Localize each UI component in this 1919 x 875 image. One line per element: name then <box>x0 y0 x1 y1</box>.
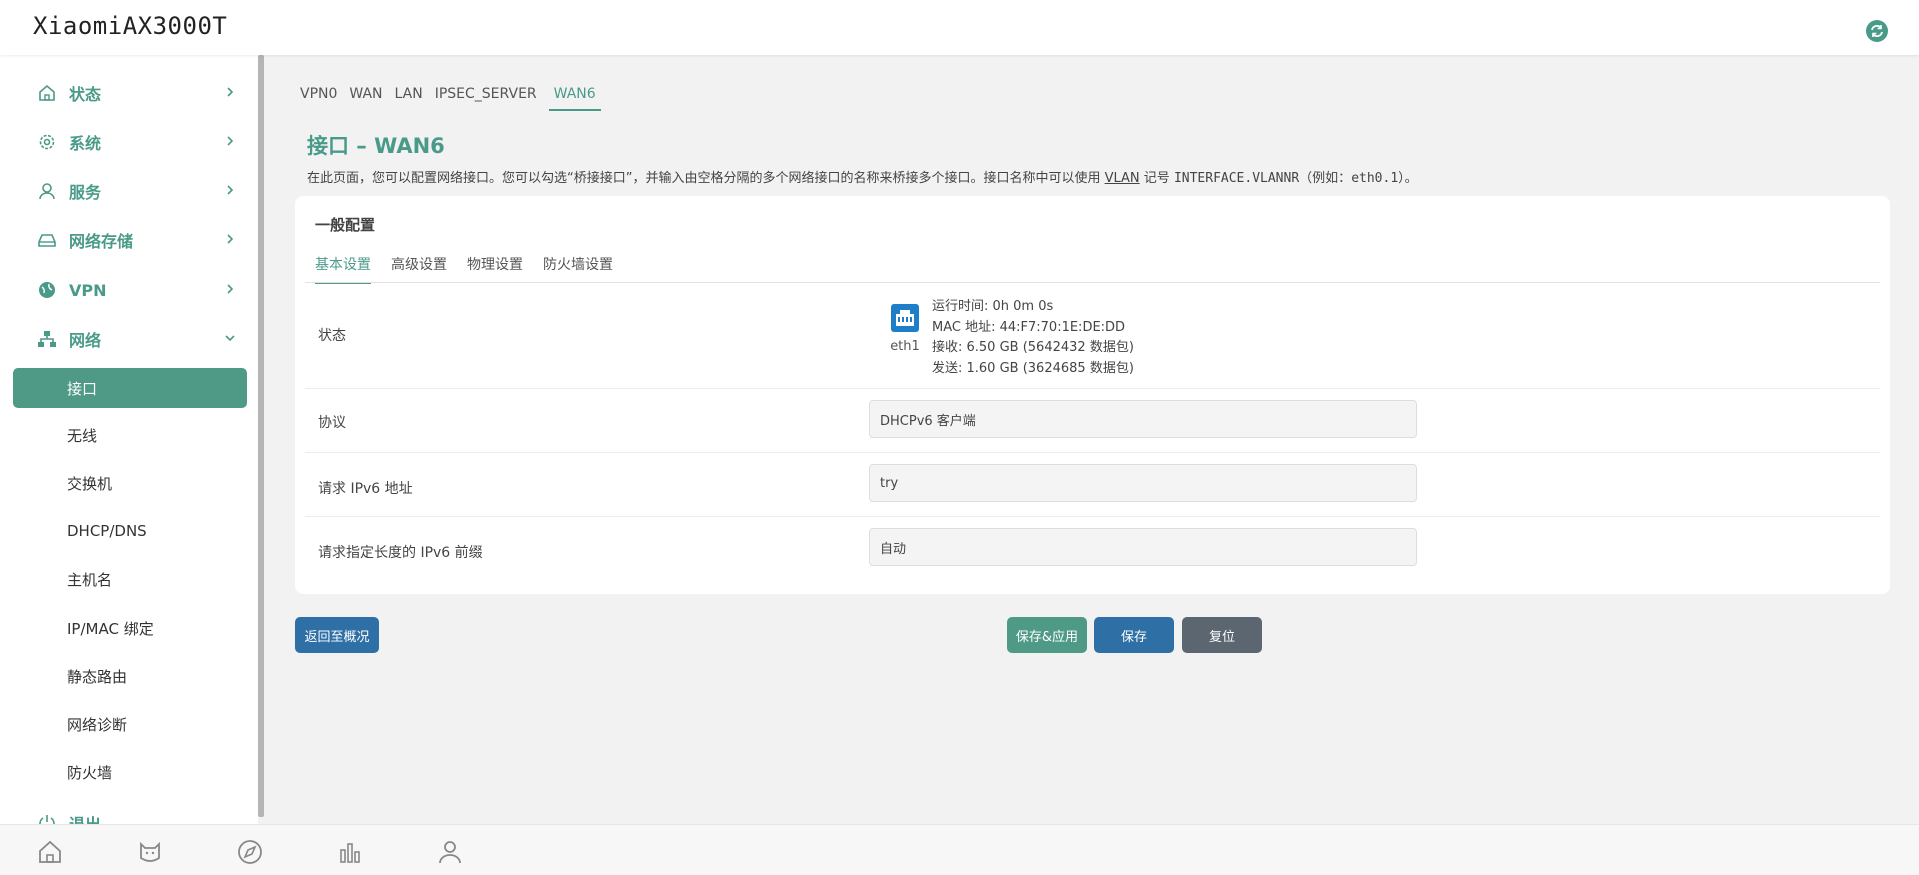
sidebar-scrollbar[interactable] <box>258 55 264 817</box>
menu-label: 网络存储 <box>69 232 134 251</box>
reset-button[interactable]: 复位 <box>1182 617 1262 653</box>
globe-icon <box>39 282 55 298</box>
menu-item-system[interactable]: 系统 <box>37 127 237 157</box>
menu-label: 服务 <box>69 183 102 202</box>
menu-item-status[interactable]: 状态 <box>37 78 237 108</box>
sidebar-item-wireless[interactable]: 无线 <box>13 415 247 455</box>
sidebar-item-static-routes[interactable]: 静态路由 <box>13 656 247 696</box>
tab-basic-settings[interactable]: 基本设置 <box>315 254 371 284</box>
save-apply-button[interactable]: 保存&应用 <box>1007 617 1087 653</box>
user-icon <box>39 183 55 200</box>
chevron-down-icon <box>225 335 235 342</box>
compass-icon[interactable] <box>236 838 264 866</box>
tab-ipsec-server[interactable]: IPSEC_SERVER <box>435 86 537 111</box>
menu-label: VPN <box>69 280 107 300</box>
chevron-right-icon <box>227 87 234 97</box>
page-description: 在此页面，您可以配置网络接口。您可以勾选“桥接接口”，并输入由空格分隔的多个网络… <box>307 167 1418 186</box>
menu-label: 退出 <box>69 815 102 825</box>
bottom-nav-bar <box>0 824 1919 875</box>
tab-physical-settings[interactable]: 物理设置 <box>467 254 523 284</box>
home-icon <box>39 84 55 101</box>
sidebar-item-firewall[interactable]: 防火墙 <box>13 752 247 792</box>
device-indicator: eth1 <box>885 303 925 354</box>
sidebar-item-diagnostics[interactable]: 网络诊断 <box>13 704 247 744</box>
desc-code: INTERFACE.VLANNR <box>1173 171 1300 186</box>
ipv6-prefix-label: 请求指定长度的 IPv6 前缀 <box>318 545 483 561</box>
sidebar-item-interfaces[interactable]: 接口 <box>13 368 247 408</box>
tab-advanced-settings[interactable]: 高级设置 <box>391 254 447 284</box>
rx-text: 接收: 6.50 GB (5642432 数据包) <box>932 340 1134 355</box>
home-icon[interactable] <box>36 838 64 866</box>
status-row: 状态 eth1 运行时间: 0h 0m 0s MAC 地址: 44:F7:70:… <box>305 283 1880 389</box>
ethernet-port-icon <box>891 304 919 332</box>
chevron-right-icon <box>227 185 234 195</box>
desc-text: 记号 <box>1139 171 1174 186</box>
desc-text: ）。 <box>1398 171 1418 186</box>
sidebar-item-hostnames[interactable]: 主机名 <box>13 559 247 599</box>
section-title: 一般配置 <box>315 216 376 234</box>
protocol-label: 协议 <box>318 415 346 431</box>
sidebar-item-switch[interactable]: 交换机 <box>13 463 247 503</box>
user-icon[interactable] <box>436 838 464 866</box>
sidebar-item-dhcp-dns[interactable]: DHCP/DNS <box>13 511 247 551</box>
top-header: XiaomiAX3000T <box>0 0 1919 55</box>
general-config-card: 一般配置 基本设置 高级设置 物理设置 防火墙设置 状态 eth1 运行时间: … <box>295 196 1890 594</box>
uptime-text: 运行时间: 0h 0m 0s <box>932 299 1054 314</box>
desc-text: （例如： <box>1299 171 1352 186</box>
cat-icon[interactable] <box>136 838 164 866</box>
menu-label: 系统 <box>69 134 102 153</box>
mac-text: MAC 地址: 44:F7:70:1E:DE:DD <box>932 319 1126 335</box>
bar-chart-icon[interactable] <box>336 838 364 866</box>
chevron-right-icon <box>227 234 234 244</box>
menu-item-network[interactable]: 网络 <box>37 324 237 354</box>
ipv6-prefix-row: 请求指定长度的 IPv6 前缀 自动 <box>305 517 1880 583</box>
menu-label: 状态 <box>69 85 102 104</box>
desc-text: 在此页面，您可以配置网络接口。您可以勾选“桥接接口”，并输入由空格分隔的多个网络… <box>307 171 1105 186</box>
back-to-overview-button[interactable]: 返回至概况 <box>295 617 379 653</box>
menu-item-services[interactable]: 服务 <box>37 176 237 206</box>
network-icon <box>38 331 56 347</box>
protocol-select[interactable]: DHCPv6 客户端 <box>869 400 1417 438</box>
ipv6-address-label: 请求 IPv6 地址 <box>318 481 413 497</box>
vlan-link[interactable]: VLAN <box>1105 171 1140 186</box>
menu-label: 网络 <box>69 331 102 350</box>
page-title: 接口 – WAN6 <box>307 134 445 158</box>
status-details: 运行时间: 0h 0m 0s MAC 地址: 44:F7:70:1E:DE:DD… <box>932 297 1134 379</box>
tab-vpn0[interactable]: VPN0 <box>300 86 337 111</box>
tab-firewall-settings[interactable]: 防火墙设置 <box>543 254 613 284</box>
tab-wan6[interactable]: WAN6 <box>548 86 601 111</box>
device-name: eth1 <box>890 339 920 354</box>
storage-icon <box>38 234 56 247</box>
ipv6-address-row: 请求 IPv6 地址 try <box>305 453 1880 517</box>
menu-item-vpn[interactable]: VPN <box>37 275 237 305</box>
status-label: 状态 <box>318 328 346 344</box>
protocol-row: 协议 DHCPv6 客户端 <box>305 389 1880 453</box>
ipv6-prefix-select[interactable]: 自动 <box>869 528 1417 566</box>
chevron-right-icon <box>227 284 234 294</box>
refresh-icon[interactable] <box>1865 19 1889 43</box>
tx-text: 发送: 1.60 GB (3624685 数据包) <box>932 360 1134 376</box>
config-subtabs: 基本设置 高级设置 物理设置 防火墙设置 <box>315 254 633 284</box>
ipv6-address-select[interactable]: try <box>869 464 1417 502</box>
interface-tabs: VPN0 WAN LAN IPSEC_SERVER WAN6 <box>300 86 613 111</box>
menu-item-storage[interactable]: 网络存储 <box>37 225 237 255</box>
sidebar: 状态 系统 服务 网络存储 VPN 网络 接口 无线 交换机 DHCP/DNS … <box>0 55 258 825</box>
sidebar-item-ip-mac-binding[interactable]: IP/MAC 绑定 <box>13 608 247 648</box>
tab-wan[interactable]: WAN <box>349 86 382 111</box>
menu-item-logout[interactable]: 退出 <box>37 808 237 825</box>
save-button[interactable]: 保存 <box>1094 617 1174 653</box>
tab-lan[interactable]: LAN <box>395 86 423 111</box>
chevron-right-icon <box>227 136 234 146</box>
desc-code: eth0.1 <box>1351 171 1399 186</box>
gear-icon <box>39 134 55 150</box>
brand-title: XiaomiAX3000T <box>33 12 228 40</box>
